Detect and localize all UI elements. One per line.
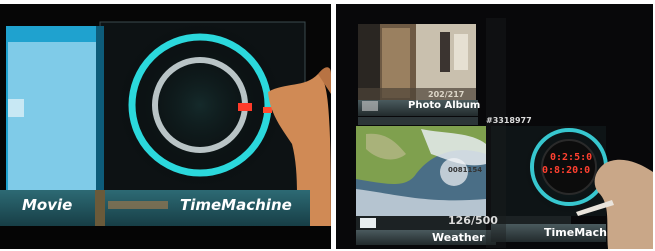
- right-photo: 202/217 Photo Album #3318977 0081154 126…: [336, 4, 653, 249]
- weather-label[interactable]: Weather: [432, 231, 485, 244]
- photo-album-label[interactable]: Photo Album: [408, 100, 480, 111]
- left-photo: Movie TimeMachine: [0, 4, 331, 249]
- photo-id: #3318977: [486, 116, 532, 125]
- movie-label: Movie: [22, 196, 73, 214]
- photo-counter: 202/217: [428, 90, 465, 99]
- time-line-2: 0:8:20:0: [542, 165, 591, 176]
- right-scene: [336, 4, 653, 249]
- timemachine-label[interactable]: TimeMach: [544, 226, 607, 239]
- timemachine-label: TimeMachine: [180, 196, 292, 214]
- weather-counter: 126/500: [448, 214, 498, 227]
- time-line-1: 0:2:5:0: [550, 152, 593, 163]
- weather-time: 0081154: [448, 166, 483, 174]
